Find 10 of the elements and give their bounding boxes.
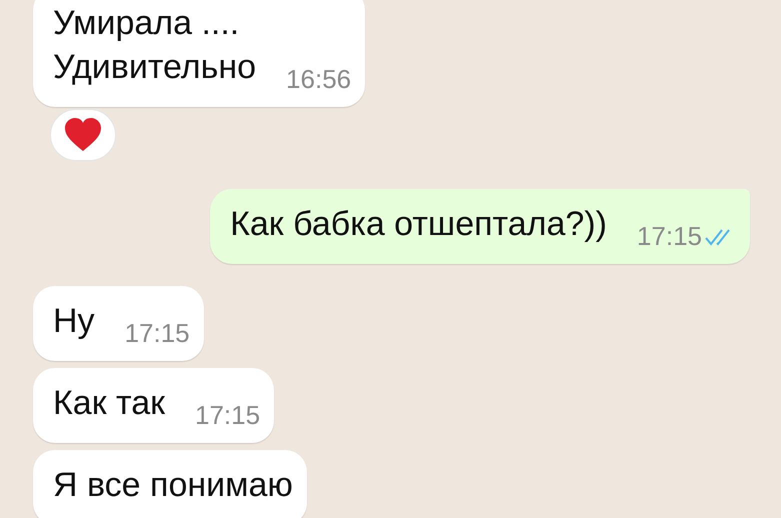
message-text: Я все понимаю (53, 465, 293, 506)
message-text: Ну (53, 301, 95, 342)
message-time: 17:15 (124, 317, 190, 350)
message-text: Умирала .... Удивительно (53, 3, 256, 88)
message-time: 16:56 (286, 63, 352, 96)
heart-reaction-icon[interactable] (50, 109, 116, 161)
message-time: 17:15 (195, 399, 260, 432)
message-text: Как так (53, 383, 166, 424)
message-text: Как бабка отшептала?)) (230, 204, 607, 245)
message-time: 17:15 (636, 220, 702, 253)
